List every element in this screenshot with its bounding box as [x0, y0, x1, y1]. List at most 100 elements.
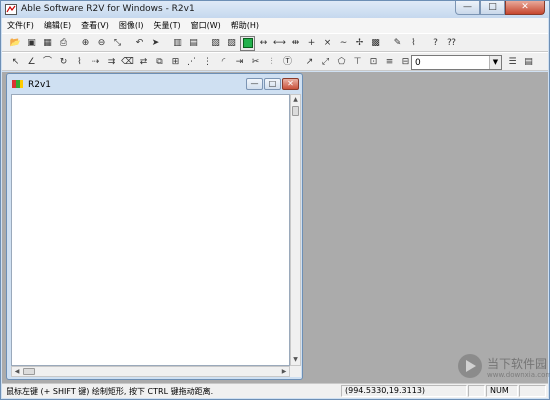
smooth-icon[interactable]: ∼ — [336, 36, 351, 51]
child-minimize-button[interactable]: — — [246, 78, 263, 90]
main-toolbar-buttons: 📂 ▣ ▦ ⎙ ⊕ ⊖ ⤡ ↶ ➤ ▥ ▤ ▧ ▨ ↔ ⟷ ⇹ + × ∼ ✢ ▩ ✎ ⌇? ⁇ — [8, 35, 460, 51]
child-title-bar[interactable]: R2v1 — □ ✕ — [7, 74, 302, 94]
trim-icon[interactable]: ✂ — [248, 55, 263, 70]
menu-vector[interactable]: 矢量(T) — [148, 18, 185, 33]
join-node-icon[interactable]: ⟷ — [272, 36, 287, 51]
select-arrow-icon[interactable]: ➤ — [148, 36, 163, 51]
title-bar[interactable]: Able Software R2V for Windows - R2v1 — □… — [1, 1, 549, 18]
menu-help[interactable]: 帮助(H) — [226, 18, 264, 33]
delete-segment-icon[interactable]: ⌫ — [120, 55, 135, 70]
delete-node-icon[interactable]: × — [320, 36, 335, 51]
toolbar-separator — [72, 36, 77, 51]
menu-file[interactable]: 文件(F) — [2, 18, 39, 33]
select-line-icon[interactable]: ⤢ — [318, 55, 333, 70]
close-polygon-icon[interactable]: ▩ — [368, 36, 383, 51]
select-level-icon[interactable]: ≡ — [382, 55, 397, 70]
thick-icon[interactable]: ▨ — [224, 36, 239, 51]
close-icon: ✕ — [521, 2, 529, 12]
context-help-icon[interactable]: ⁇ — [444, 36, 459, 51]
merge-icon[interactable]: ⋮ — [200, 55, 215, 70]
vertical-scrollbar[interactable]: ▲ ▼ — [290, 94, 301, 366]
zoom-out-icon[interactable]: ⊖ — [94, 36, 109, 51]
level-select[interactable]: 0 ▼ — [411, 55, 502, 70]
select-all-icon[interactable]: ⊡ — [366, 55, 381, 70]
scroll-corner — [290, 366, 301, 377]
fillet-icon[interactable]: ◜ — [216, 55, 231, 70]
horizontal-scroll-thumb[interactable] — [23, 368, 35, 375]
menu-bar: 文件(F) 编辑(E) 查看(V) 图像(I) 矢量(T) 窗口(W) 帮助(H… — [2, 18, 548, 33]
close-button[interactable]: ✕ — [505, 1, 545, 15]
add-curve-icon[interactable]: ⌒ — [40, 55, 55, 70]
edit-pointer-icon[interactable]: ↖ — [8, 55, 23, 70]
trace-icon[interactable]: ⌇ — [406, 36, 421, 51]
break-icon[interactable]: ⋰ — [184, 55, 199, 70]
child-window-controls: — □ ✕ — [245, 78, 299, 90]
maximize-icon: □ — [268, 79, 277, 88]
open-image-icon[interactable]: ▦ — [40, 36, 55, 51]
pick-color-icon[interactable]: ✎ — [390, 36, 405, 51]
child-close-button[interactable]: ✕ — [282, 78, 299, 90]
add-line-icon[interactable]: ∠ — [24, 55, 39, 70]
reverse-icon[interactable]: ⇄ — [136, 55, 151, 70]
window-controls: — □ ✕ — [455, 1, 545, 15]
child-maximize-button[interactable]: □ — [264, 78, 281, 90]
snap-icon[interactable]: ✢ — [352, 36, 367, 51]
window-title: Able Software R2V for Windows - R2v1 — [21, 4, 195, 14]
color-fill-icon[interactable] — [240, 35, 255, 51]
scroll-down-icon[interactable]: ▼ — [291, 355, 300, 365]
add-node-icon[interactable]: + — [304, 36, 319, 51]
toggle-grid-icon[interactable]: ▥ — [170, 36, 185, 51]
menu-view[interactable]: 查看(V) — [76, 18, 114, 33]
join-icon[interactable]: ⇉ — [104, 55, 119, 70]
save-icon[interactable]: ▣ — [24, 36, 39, 51]
edit-toolbar: ↖ ∠ ⌒ ↻ ⌇ ⇢ ⇉ ⌫ ⇄ ⧉ ⊞ ⋰ ⋮ ◜ ⇥ ✂ ⫶ Ⓣ ↗ ⤢ ⬠ ⊤ ⊡ ≡ ⊟ 0 ▼ ☰ ▤ — [2, 52, 548, 71]
select-text-icon[interactable]: ⊤ — [350, 55, 365, 70]
document-icon — [12, 80, 23, 88]
level-list-icon[interactable]: ☰ — [505, 55, 520, 70]
level-table-icon[interactable]: ▤ — [521, 55, 536, 70]
menu-image[interactable]: 图像(I) — [114, 18, 149, 33]
scroll-right-icon[interactable]: ▶ — [279, 367, 289, 376]
level-tools: ☰ ▤ — [505, 55, 537, 70]
num-lock-indicator: NUM — [486, 385, 518, 397]
offset-icon[interactable]: ⫶ — [264, 55, 279, 70]
scroll-up-icon[interactable]: ▲ — [291, 95, 300, 105]
split-icon[interactable]: ⇢ — [88, 55, 103, 70]
child-window-r2v1: R2v1 — □ ✕ ▲ ▼ ◀ ▶ — [6, 73, 303, 380]
main-toolbar: 📂 ▣ ▦ ⎙ ⊕ ⊖ ⤡ ↶ ➤ ▥ ▤ ▧ ▨ ↔ ⟷ ⇹ + × ∼ ✢ ▩ ✎ ⌇? ⁇ — [2, 33, 548, 52]
group-icon[interactable]: ⊞ — [168, 55, 183, 70]
toolbar-separator — [422, 36, 427, 51]
help-icon[interactable]: ? — [428, 36, 443, 51]
horizontal-scrollbar[interactable]: ◀ ▶ — [11, 366, 290, 377]
select-polygon-icon[interactable]: ⬠ — [334, 55, 349, 70]
print-icon[interactable]: ⎙ — [56, 36, 71, 51]
zoom-in-icon[interactable]: ⊕ — [78, 36, 93, 51]
thin-icon[interactable]: ▧ — [208, 36, 223, 51]
minimize-icon: — — [250, 79, 259, 88]
close-icon: ✕ — [287, 79, 294, 88]
watermark: 当下软件园 www.downxia.com — [457, 351, 550, 385]
scroll-left-icon[interactable]: ◀ — [12, 367, 22, 376]
menu-window[interactable]: 窗口(W) — [186, 18, 226, 33]
copy-icon[interactable]: ⧉ — [152, 55, 167, 70]
minimize-button[interactable]: — — [455, 1, 480, 15]
drawing-canvas[interactable] — [11, 94, 290, 366]
toolbar-separator — [384, 36, 389, 51]
watermark-name: 当下软件园 — [487, 357, 548, 371]
line-split-icon[interactable]: ↔ — [256, 36, 271, 51]
undo-icon[interactable]: ↶ — [132, 36, 147, 51]
rotate-icon[interactable]: ↻ — [56, 55, 71, 70]
maximize-button[interactable]: □ — [480, 1, 505, 15]
vertical-scroll-thumb[interactable] — [292, 106, 299, 116]
open-folder-icon[interactable]: 📂 — [8, 36, 23, 51]
menu-edit[interactable]: 编辑(E) — [39, 18, 76, 33]
extend-icon[interactable]: ⇥ — [232, 55, 247, 70]
connect-icon[interactable]: ⌇ — [72, 55, 87, 70]
toggle-raster-icon[interactable]: ▤ — [186, 36, 201, 51]
move-node-icon[interactable]: ⇹ — [288, 36, 303, 51]
label-icon[interactable]: Ⓣ — [280, 55, 295, 70]
select-node-icon[interactable]: ↗ — [302, 55, 317, 70]
watermark-logo-icon — [458, 354, 482, 378]
zoom-window-icon[interactable]: ⤡ — [110, 36, 125, 51]
chevron-down-icon[interactable]: ▼ — [489, 56, 501, 69]
